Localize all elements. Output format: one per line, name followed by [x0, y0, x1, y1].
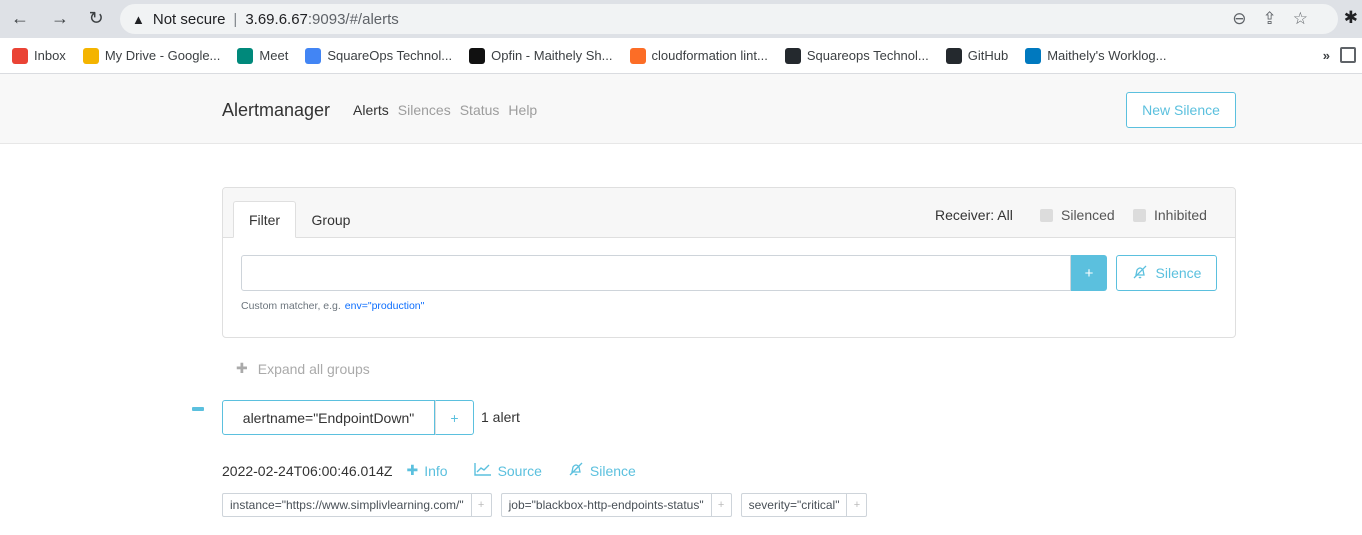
- star-icon[interactable]: ☆: [1293, 9, 1308, 29]
- bookmark-item[interactable]: Meet: [237, 47, 289, 64]
- label-instance: instance="https://www.simplivlearning.co…: [222, 493, 492, 517]
- bookmark-item[interactable]: cloudformation lint...: [629, 47, 768, 64]
- alert-silence-button[interactable]: Silence: [568, 461, 636, 480]
- receiver-select[interactable]: Receiver: All: [935, 207, 1013, 223]
- chart-icon: [473, 462, 492, 479]
- inhibited-checkbox[interactable]: Inhibited: [1133, 207, 1207, 223]
- silenced-checkbox[interactable]: Silenced: [1040, 207, 1115, 223]
- bell-slash-icon: [568, 461, 584, 480]
- bookmark-label: Inbox: [34, 48, 66, 63]
- extensions-icon[interactable]: ✱: [1344, 8, 1358, 28]
- bookmarks-bar: Inbox My Drive - Google... Meet SquareOps T…: [0, 38, 1362, 74]
- warning-icon: ▲: [132, 11, 145, 27]
- matcher-hint: Custom matcher, e.g. env="production": [241, 300, 425, 312]
- url-host: 3.69.6.67: [245, 10, 308, 28]
- checkbox-box[interactable]: [1133, 208, 1146, 222]
- bookmark-label: Maithely's Worklog...: [1047, 48, 1167, 63]
- label-severity-text[interactable]: severity="critical": [742, 494, 847, 516]
- checkbox-box[interactable]: [1040, 208, 1053, 222]
- bookmark-item[interactable]: Squareops Technol...: [784, 47, 929, 64]
- alert-count: 1 alert: [481, 409, 520, 425]
- bookmark-item[interactable]: My Drive - Google...: [82, 47, 221, 64]
- silence-button[interactable]: Silence: [1116, 255, 1217, 291]
- silence-button-label: Silence: [1155, 265, 1202, 281]
- github-icon: [945, 47, 962, 64]
- zoom-icon[interactable]: ⊖: [1232, 9, 1246, 29]
- bookmark-label: SquareOps Technol...: [327, 48, 453, 63]
- filter-card-header: Filter Group Receiver: All Silenced Inhi…: [223, 188, 1235, 238]
- trello-icon: [1025, 47, 1042, 64]
- label-add-button[interactable]: +: [710, 494, 731, 516]
- bookmark-item[interactable]: Opfin - Maithely Sh...: [469, 47, 613, 64]
- filter-card: Filter Group Receiver: All Silenced Inhi…: [222, 187, 1236, 338]
- tab-filter[interactable]: Filter: [233, 201, 296, 238]
- github-icon: [784, 47, 801, 64]
- calendar-icon: [305, 47, 322, 64]
- group-label-button[interactable]: alertname="EndpointDown": [222, 400, 435, 435]
- label-severity: severity="critical" +: [740, 493, 868, 517]
- brand-title[interactable]: Alertmanager: [222, 100, 330, 121]
- silenced-label: Silenced: [1061, 207, 1115, 223]
- address-bar[interactable]: ▲ Not secure | 3.69.6.67:9093/#/alerts ⊖…: [120, 4, 1338, 34]
- new-silence-button[interactable]: New Silence: [1126, 92, 1236, 128]
- label-job: job="blackbox-http-endpoints-status" +: [500, 493, 732, 517]
- inhibited-label: Inhibited: [1154, 207, 1207, 223]
- label-add-button[interactable]: +: [846, 494, 866, 516]
- forward-icon[interactable]: →: [48, 6, 72, 30]
- expand-all-label: Expand all groups: [257, 360, 370, 377]
- alert-row: 2022-02-24T06:00:46.014Z ✚ Info Source S…: [222, 461, 662, 480]
- label-add-button[interactable]: +: [470, 494, 491, 516]
- browser-toolbar: ← → ↻ ▲ Not secure | 3.69.6.67:9093/#/al…: [0, 0, 1362, 38]
- filter-input[interactable]: [241, 255, 1071, 291]
- bookmark-item[interactable]: SquareOps Technol...: [305, 47, 453, 64]
- bookmark-label: Meet: [259, 48, 289, 63]
- bookmark-item[interactable]: Inbox: [12, 47, 66, 64]
- bookmark-label: Squareops Technol...: [806, 48, 929, 63]
- gmail-icon: [12, 47, 28, 64]
- alert-timestamp: 2022-02-24T06:00:46.014Z: [222, 462, 393, 479]
- plus-icon: ✚: [406, 462, 419, 478]
- bookmarks-more-button[interactable]: »: [1323, 48, 1330, 63]
- label-job-text[interactable]: job="blackbox-http-endpoints-status": [502, 494, 711, 516]
- bookmark-item[interactable]: GitHub: [945, 47, 1009, 64]
- info-button[interactable]: ✚ Info: [406, 462, 447, 479]
- not-secure-label: Not secure: [152, 10, 226, 28]
- meet-icon: [237, 47, 254, 64]
- nav-link-alerts[interactable]: Alerts: [353, 102, 389, 118]
- back-icon[interactable]: ←: [8, 6, 32, 30]
- bookmark-label: cloudformation lint...: [651, 48, 768, 63]
- nav-link-status[interactable]: Status: [460, 102, 500, 118]
- nav-link-silences[interactable]: Silences: [398, 102, 451, 118]
- expand-all-groups-button[interactable]: ✚ Expand all groups: [236, 360, 370, 377]
- add-matcher-button[interactable]: +: [1071, 255, 1107, 291]
- bookmark-label: Opfin - Maithely Sh...: [491, 48, 613, 63]
- reading-list-icon[interactable]: [1340, 47, 1356, 63]
- bell-slash-icon: [1132, 264, 1148, 283]
- bookmark-label: GitHub: [967, 48, 1009, 63]
- bookmark-label: My Drive - Google...: [104, 48, 221, 63]
- bookmark-item[interactable]: Maithely's Worklog...: [1025, 47, 1167, 64]
- source-link[interactable]: Source: [473, 462, 542, 479]
- share-icon[interactable]: ⇪: [1263, 9, 1277, 29]
- collapse-group-button[interactable]: [192, 407, 204, 411]
- app-navbar: Alertmanager Alerts Silences Status Help…: [0, 74, 1362, 144]
- matcher-example: env="production": [344, 300, 425, 312]
- drive-icon: [82, 47, 99, 64]
- gitlab-icon: [629, 47, 646, 64]
- url-path: :9093/#/alerts: [307, 10, 399, 28]
- x-icon: [469, 47, 486, 64]
- nav-link-help[interactable]: Help: [508, 102, 537, 118]
- alert-labels: instance="https://www.simplivlearning.co…: [222, 493, 868, 517]
- label-instance-text[interactable]: instance="https://www.simplivlearning.co…: [223, 494, 471, 516]
- tab-group[interactable]: Group: [301, 201, 361, 238]
- group-add-filter-button[interactable]: +: [435, 400, 474, 435]
- plus-icon: ✚: [236, 360, 248, 376]
- reload-icon[interactable]: ↻: [84, 6, 108, 30]
